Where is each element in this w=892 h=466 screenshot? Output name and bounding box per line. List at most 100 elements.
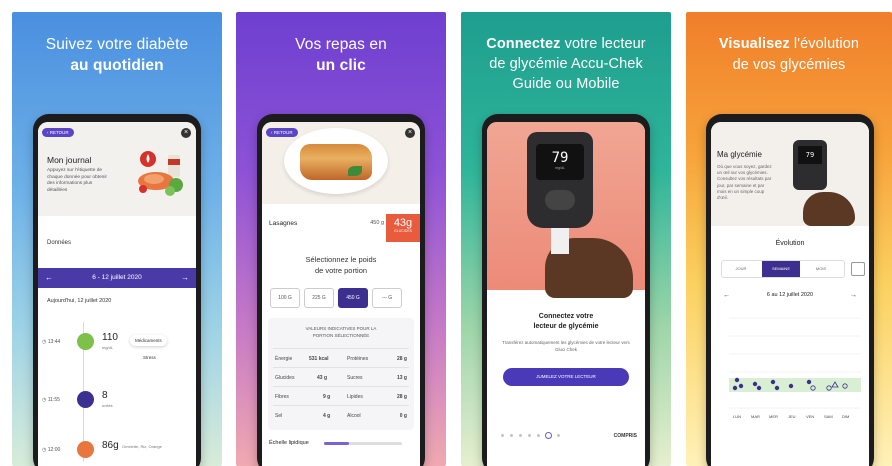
entry-unit: mg/dL xyxy=(102,345,114,350)
period-tabs: JOUR SEMAINE MOIS xyxy=(721,260,845,278)
phone-mockup: ‹ RETOUR × Mon journal Appuyez sur l'éti… xyxy=(33,114,201,466)
entry-time: ◷ 13:44 xyxy=(42,339,61,345)
date-range-bar: ← 6 - 12 juillet 2020 → xyxy=(38,268,196,288)
meter-buttons xyxy=(545,190,575,210)
tab-semaine[interactable]: SEMAINE xyxy=(762,261,800,277)
close-icon[interactable]: × xyxy=(405,128,415,138)
page-dot[interactable] xyxy=(557,434,560,437)
panel-1-headline: Suivez votre diabète au quotidien xyxy=(12,34,222,76)
day-label: LUN xyxy=(733,414,742,419)
panel-evolution: Visualisez l'évolution de vos glycémies … xyxy=(686,12,892,466)
headline-text: l'évolution xyxy=(793,36,860,52)
tab-mois[interactable]: MOIS xyxy=(802,261,840,277)
drop-icon xyxy=(77,333,94,350)
carbs-value: 43g xyxy=(393,217,413,229)
nutrition-row: Sel 4 g Alcool 0 g xyxy=(273,405,409,424)
back-button[interactable]: ‹ RETOUR xyxy=(266,128,298,137)
headline-text: de glycémie Accu-Chek xyxy=(489,56,643,72)
journal-card: ‹ RETOUR × Mon journal Appuyez sur l'éti… xyxy=(38,122,196,216)
insulin-pen-icon xyxy=(77,391,94,408)
portion-title: Sélectionnez le poids de votre portion xyxy=(305,255,377,275)
phone-mockup: ‹ RETOUR × Lasagnes 450 g 43g GLUCIDES S… xyxy=(257,114,425,466)
glucose-meter-illustration: 79 mg/dL xyxy=(527,132,593,228)
panel-2-headline: Vos repas en un clic xyxy=(236,34,446,76)
panel-4-headline: Visualisez l'évolution de vos glycémies xyxy=(686,34,892,76)
entry-value: 110 xyxy=(102,332,118,343)
page-dot[interactable] xyxy=(510,434,513,437)
prev-arrow-icon[interactable]: ← xyxy=(723,292,730,299)
chart-point xyxy=(734,377,740,383)
portion-option-custom[interactable]: --- G xyxy=(372,288,402,308)
next-arrow-icon[interactable]: → xyxy=(850,292,857,299)
next-arrow-icon[interactable]: → xyxy=(181,268,189,288)
journal-description: Appuyez sur l'étiquette de chaque donnée… xyxy=(47,168,108,193)
chart-point xyxy=(752,381,758,387)
page-dot[interactable] xyxy=(519,434,522,437)
glycemia-intro: Ma glycémie Où que vous soyez, gardez un… xyxy=(711,122,869,226)
panel-journal: Suivez votre diabète au quotidien ‹ RETO… xyxy=(12,12,222,466)
entry-time: ◷ 12:00 xyxy=(42,447,61,453)
entry-time: ◷ 11:55 xyxy=(42,397,60,403)
page-dot-active[interactable] xyxy=(545,432,552,439)
glucose-meter-illustration: 79 xyxy=(793,140,827,190)
weekly-glucose-chart xyxy=(729,317,861,409)
tag-medicaments[interactable]: Médicaments xyxy=(130,335,167,346)
portion-option[interactable]: 225 G xyxy=(304,288,334,308)
calendar-icon[interactable] xyxy=(851,262,865,276)
journal-entry[interactable]: ◷ 12:00 86g Omelette, Riz, Orange xyxy=(38,438,196,464)
journal-entry[interactable]: ◷ 13:44 110 mg/dL Médicaments Stress xyxy=(38,330,196,360)
nutrition-table: Énergie 531 kcal Protéines 28 g Glucides… xyxy=(273,348,409,424)
close-icon[interactable]: × xyxy=(181,128,191,138)
headline-bold: au quotidien xyxy=(70,57,164,74)
page-dot[interactable] xyxy=(501,434,504,437)
nutrition-row: Glucides 43 g Sucres 13 g xyxy=(273,367,409,386)
connect-title: Connectez votre lecteur de glycémie xyxy=(533,313,599,330)
hand-illustration xyxy=(803,192,855,226)
entry-meal-items: Omelette, Riz, Orange xyxy=(122,444,162,449)
food-illustration xyxy=(138,151,183,196)
glycemia-title: Ma glycémie xyxy=(717,150,762,159)
journal-entry[interactable]: ◷ 11:55 8 unités xyxy=(38,388,196,414)
panel-connect: Connectez votre lecteur de glycémie Accu… xyxy=(461,12,671,466)
tag-stress[interactable]: Stress xyxy=(138,352,161,363)
day-label: DIM xyxy=(842,414,850,419)
section-label-donnees: Données xyxy=(47,240,72,246)
meal-icon xyxy=(77,441,94,458)
headline-text: Vos repas en xyxy=(295,36,387,53)
page-dot[interactable] xyxy=(528,434,531,437)
portion-option-selected[interactable]: 450 G xyxy=(338,288,368,308)
food-row: Lasagnes 450 g xyxy=(269,220,384,227)
day-label: MER xyxy=(769,414,778,419)
page-dot[interactable] xyxy=(537,434,540,437)
nutrition-row: Fibres 9 g Lipides 28 g xyxy=(273,386,409,405)
chart-point xyxy=(806,379,812,385)
day-label: SAM xyxy=(824,414,833,419)
food-photo: ‹ RETOUR × xyxy=(262,122,420,204)
phone-screen: Ma glycémie Où que vous soyez, gardez un… xyxy=(711,122,869,466)
date-range-text: 6 - 12 juillet 2020 xyxy=(92,274,142,281)
pair-meter-button[interactable]: JUMELEZ VOTRE LECTEUR xyxy=(503,368,629,386)
portion-selector: 100 G 225 G 450 G --- G xyxy=(268,288,414,308)
entry-value: 86g xyxy=(102,440,119,451)
portion-option[interactable]: 100 G xyxy=(270,288,300,308)
day-label: JEU xyxy=(788,414,796,419)
meter-unit: mg/dL xyxy=(555,166,565,170)
nutrition-card: VALEURS INDICATIVES POUR LA PORTION SÉLE… xyxy=(268,318,414,430)
back-button[interactable]: ‹ RETOUR xyxy=(42,128,74,137)
lipid-scale-bar xyxy=(324,442,402,445)
entry-unit: unités xyxy=(102,403,113,408)
carbs-badge: 43g GLUCIDES xyxy=(386,214,420,242)
chart-point xyxy=(774,385,780,391)
headline-text: votre lecteur xyxy=(564,36,646,52)
evolution-title: Évolution xyxy=(775,240,805,247)
headline-bold: Visualisez xyxy=(718,36,790,52)
panel-3-headline: Connectez votre lecteur de glycémie Accu… xyxy=(461,34,671,94)
tab-jour[interactable]: JOUR xyxy=(722,261,760,277)
journal-title: Mon journal xyxy=(47,155,92,165)
headline-text: Suivez votre diabète xyxy=(45,36,189,53)
prev-arrow-icon[interactable]: ← xyxy=(45,268,53,288)
phone-screen: 79 mg/dL Connectez votre lecteur de glyc… xyxy=(487,122,645,466)
app-store-screenshot-strip: Suivez votre diabète au quotidien ‹ RETO… xyxy=(0,0,892,466)
compris-button[interactable]: COMPRIS xyxy=(614,433,637,439)
week-label: 6 au 12 juillet 2020 xyxy=(766,292,814,298)
